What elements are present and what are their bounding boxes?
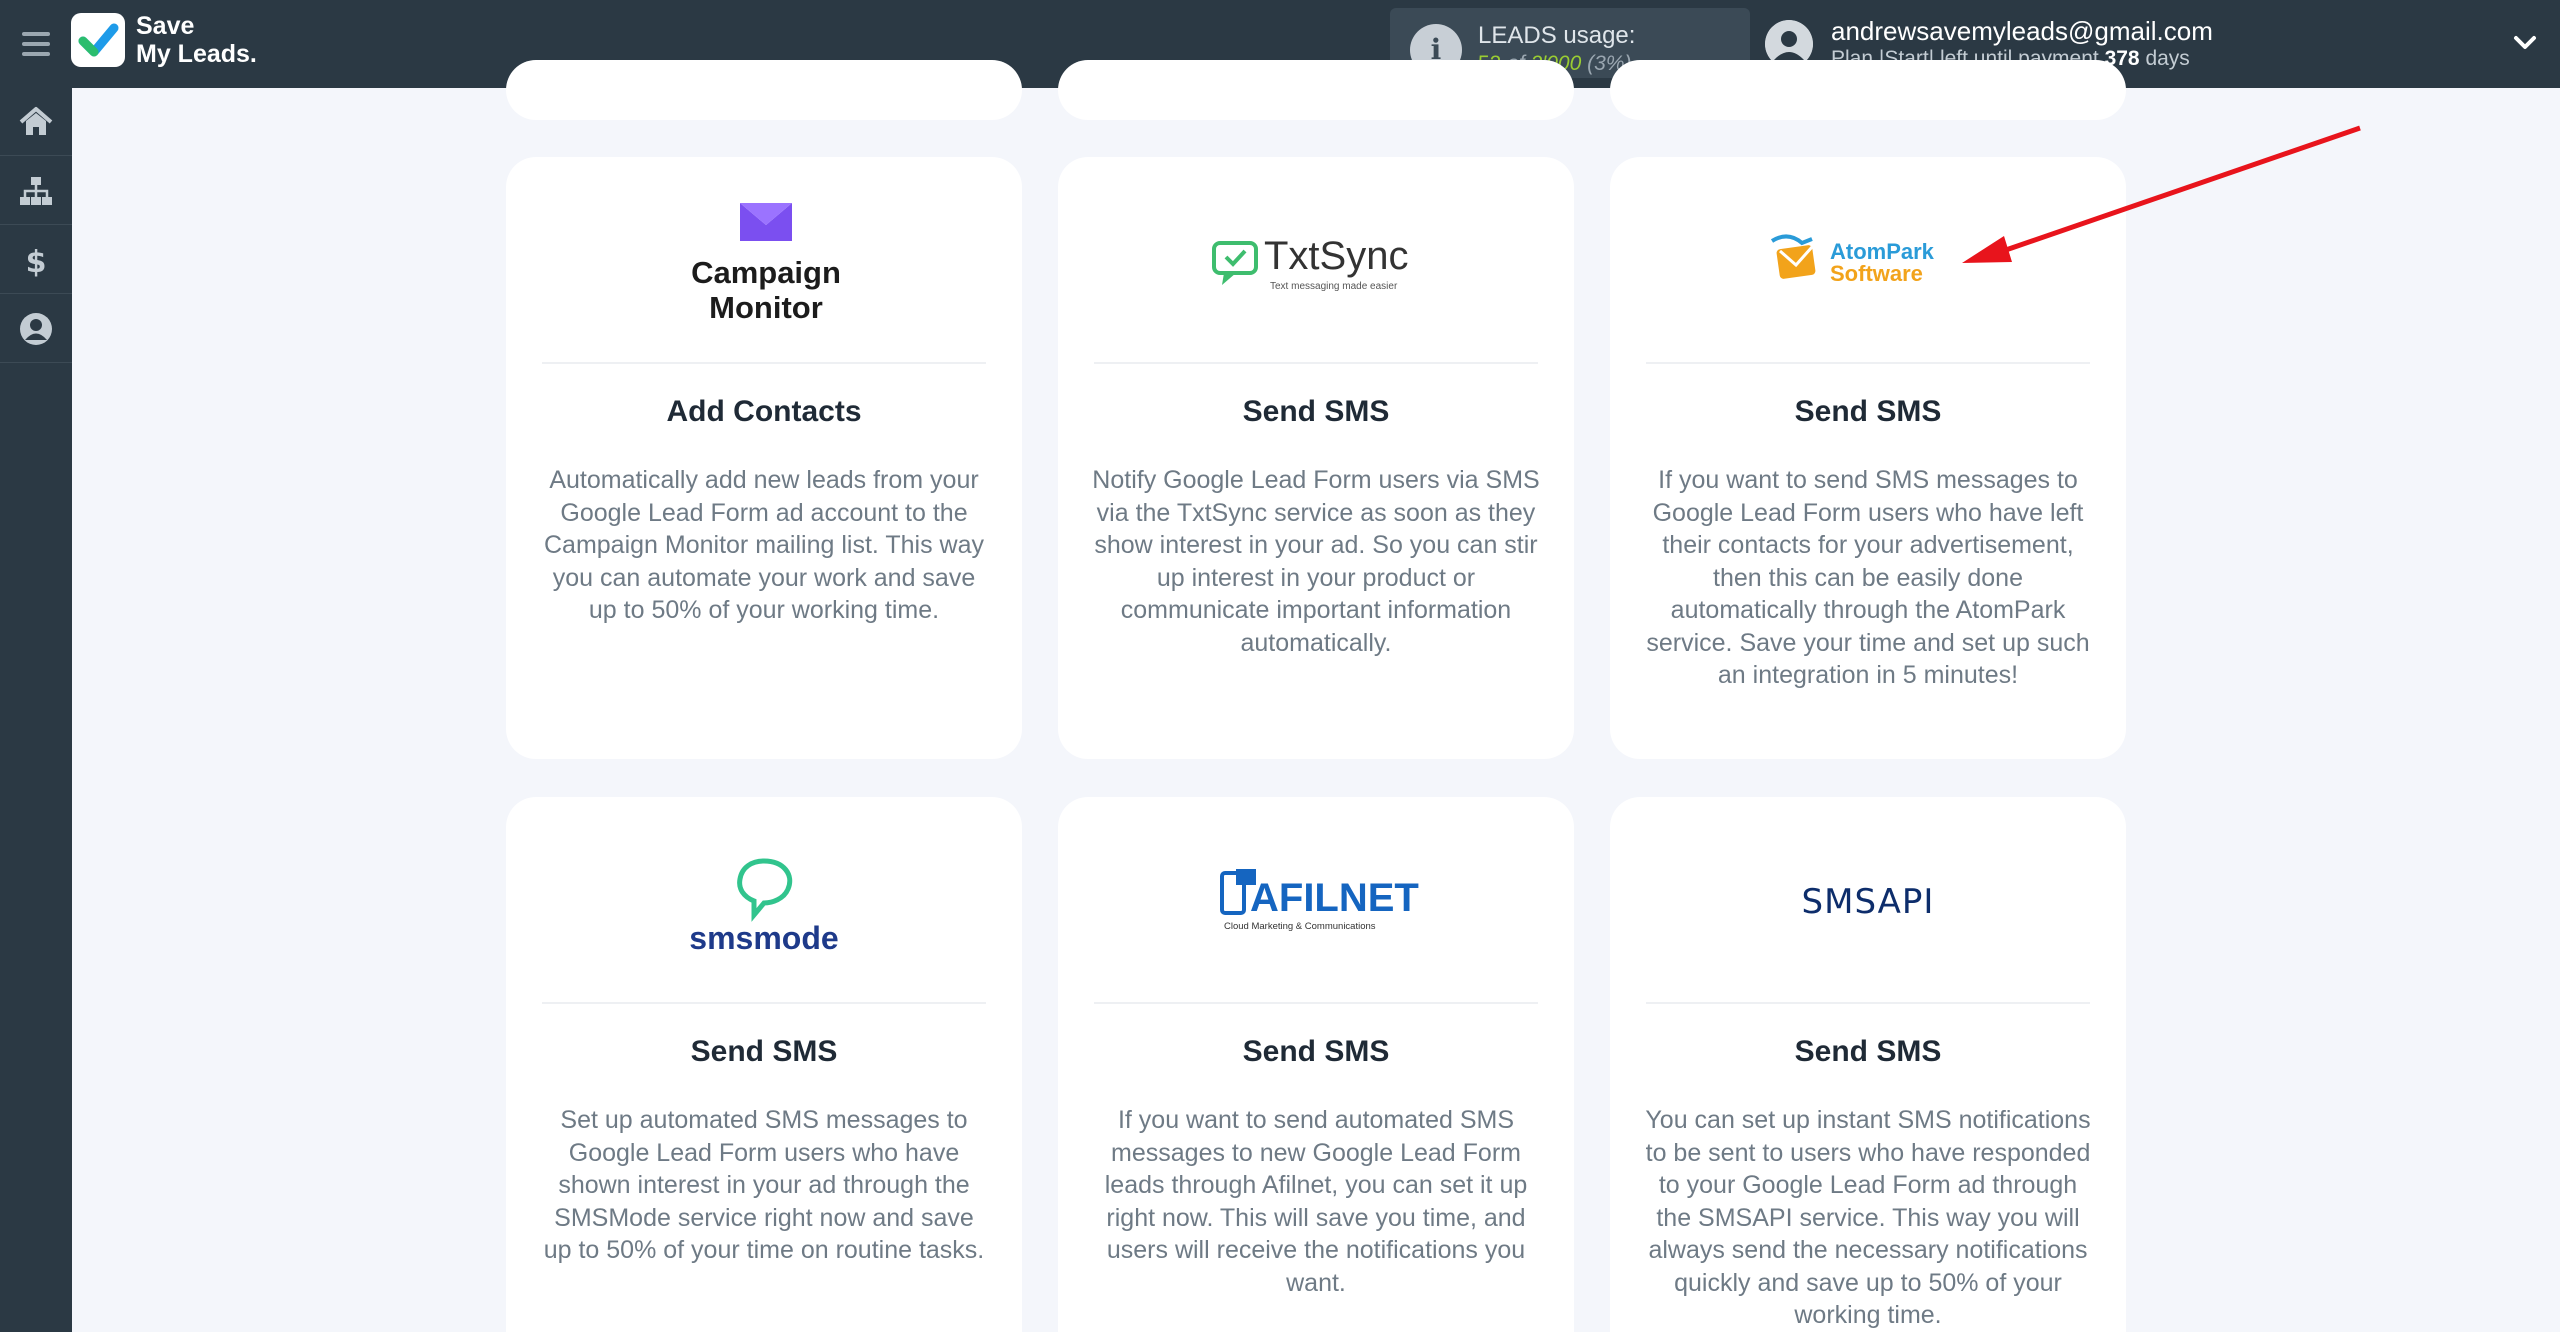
svg-text:Software: Software — [1830, 261, 1923, 286]
svg-text:Campaign: Campaign — [691, 255, 841, 290]
card-divider — [542, 1002, 986, 1004]
card-divider — [1094, 1002, 1538, 1004]
card-description: Notify Google Lead Form users via SMS vi… — [1092, 466, 1540, 657]
card-description: If you want to send automated SMS messag… — [1104, 1106, 1528, 1297]
chevron-down-icon[interactable] — [2508, 26, 2542, 60]
svg-text:SMSAPI: SMSAPI — [1802, 882, 1935, 922]
app-name: Save My Leads. — [136, 12, 257, 68]
card-title: Send SMS — [1794, 395, 1942, 428]
integration-card-smsapi[interactable]: SMSAPI Send SMS You can set up instant S… — [1610, 797, 2126, 1332]
svg-text:$: $ — [26, 245, 47, 278]
smsapi-logo: SMSAPI — [1610, 797, 2126, 997]
smsmode-logo: smsmode — [506, 797, 1022, 997]
card-description: You can set up instant SMS notifications… — [1645, 1106, 2091, 1329]
sidebar-item-billing[interactable]: $ — [0, 226, 72, 294]
integration-card-smsmode[interactable]: smsmode Send SMS Set up automated SMS me… — [506, 797, 1022, 1332]
sidebar-item-integrations[interactable] — [0, 157, 72, 225]
sidebar-item-home[interactable] — [0, 88, 72, 156]
card-description: Automatically add new leads from your Go… — [544, 466, 984, 624]
usage-title: LEADS usage: — [1478, 22, 1636, 49]
card-divider — [542, 362, 986, 364]
integration-card-atompark[interactable]: AtomPark Software Send SMS If you want t… — [1610, 157, 2126, 759]
sidebar: $ — [0, 88, 72, 1332]
card-partial[interactable] — [1610, 60, 2126, 120]
svg-text:Cloud Marketing & Communicatio: Cloud Marketing & Communications — [1224, 921, 1376, 932]
card-title: Send SMS — [1242, 395, 1390, 428]
atompark-logo: AtomPark Software — [1610, 157, 2126, 357]
svg-text:AFILNET: AFILNET — [1250, 876, 1419, 920]
integration-card-afilnet[interactable]: AFILNET Cloud Marketing & Communications… — [1058, 797, 1574, 1332]
txtsync-logo: TxtSync Text messaging made easier — [1058, 157, 1574, 357]
user-icon — [20, 313, 52, 345]
campaign-monitor-logo: Campaign Monitor — [506, 157, 1022, 357]
svg-text:Monitor: Monitor — [709, 290, 823, 323]
svg-text:Text messaging made easier: Text messaging made easier — [1270, 281, 1398, 292]
svg-text:smsmode: smsmode — [689, 920, 838, 956]
integration-card-txtsync[interactable]: TxtSync Text messaging made easier Send … — [1058, 157, 1574, 759]
integration-card-campaign-monitor[interactable]: Campaign Monitor Add Contacts Automatica… — [506, 157, 1022, 759]
card-divider — [1646, 1002, 2090, 1004]
app-logo-icon[interactable] — [71, 13, 125, 67]
home-icon — [19, 107, 53, 135]
card-title: Send SMS — [1242, 1035, 1390, 1068]
card-description: If you want to send SMS messages to Goog… — [1646, 466, 2090, 689]
account-email[interactable]: andrewsavemyleads@gmail.com — [1831, 16, 2213, 47]
sitemap-icon — [20, 177, 52, 205]
card-description: Set up automated SMS messages to Google … — [543, 1106, 985, 1264]
card-partial[interactable] — [506, 60, 1022, 120]
svg-text:TxtSync: TxtSync — [1264, 234, 1408, 278]
card-divider — [1646, 362, 2090, 364]
hamburger-menu-icon[interactable] — [16, 24, 56, 64]
card-partial[interactable] — [1058, 60, 1574, 120]
card-divider — [1094, 362, 1538, 364]
sidebar-item-account[interactable] — [0, 295, 72, 363]
afilnet-logo: AFILNET Cloud Marketing & Communications — [1058, 797, 1574, 997]
card-title: Send SMS — [1794, 1035, 1942, 1068]
dollar-icon: $ — [26, 245, 47, 278]
card-title: Send SMS — [690, 1035, 838, 1068]
card-title: Add Contacts — [666, 395, 862, 428]
